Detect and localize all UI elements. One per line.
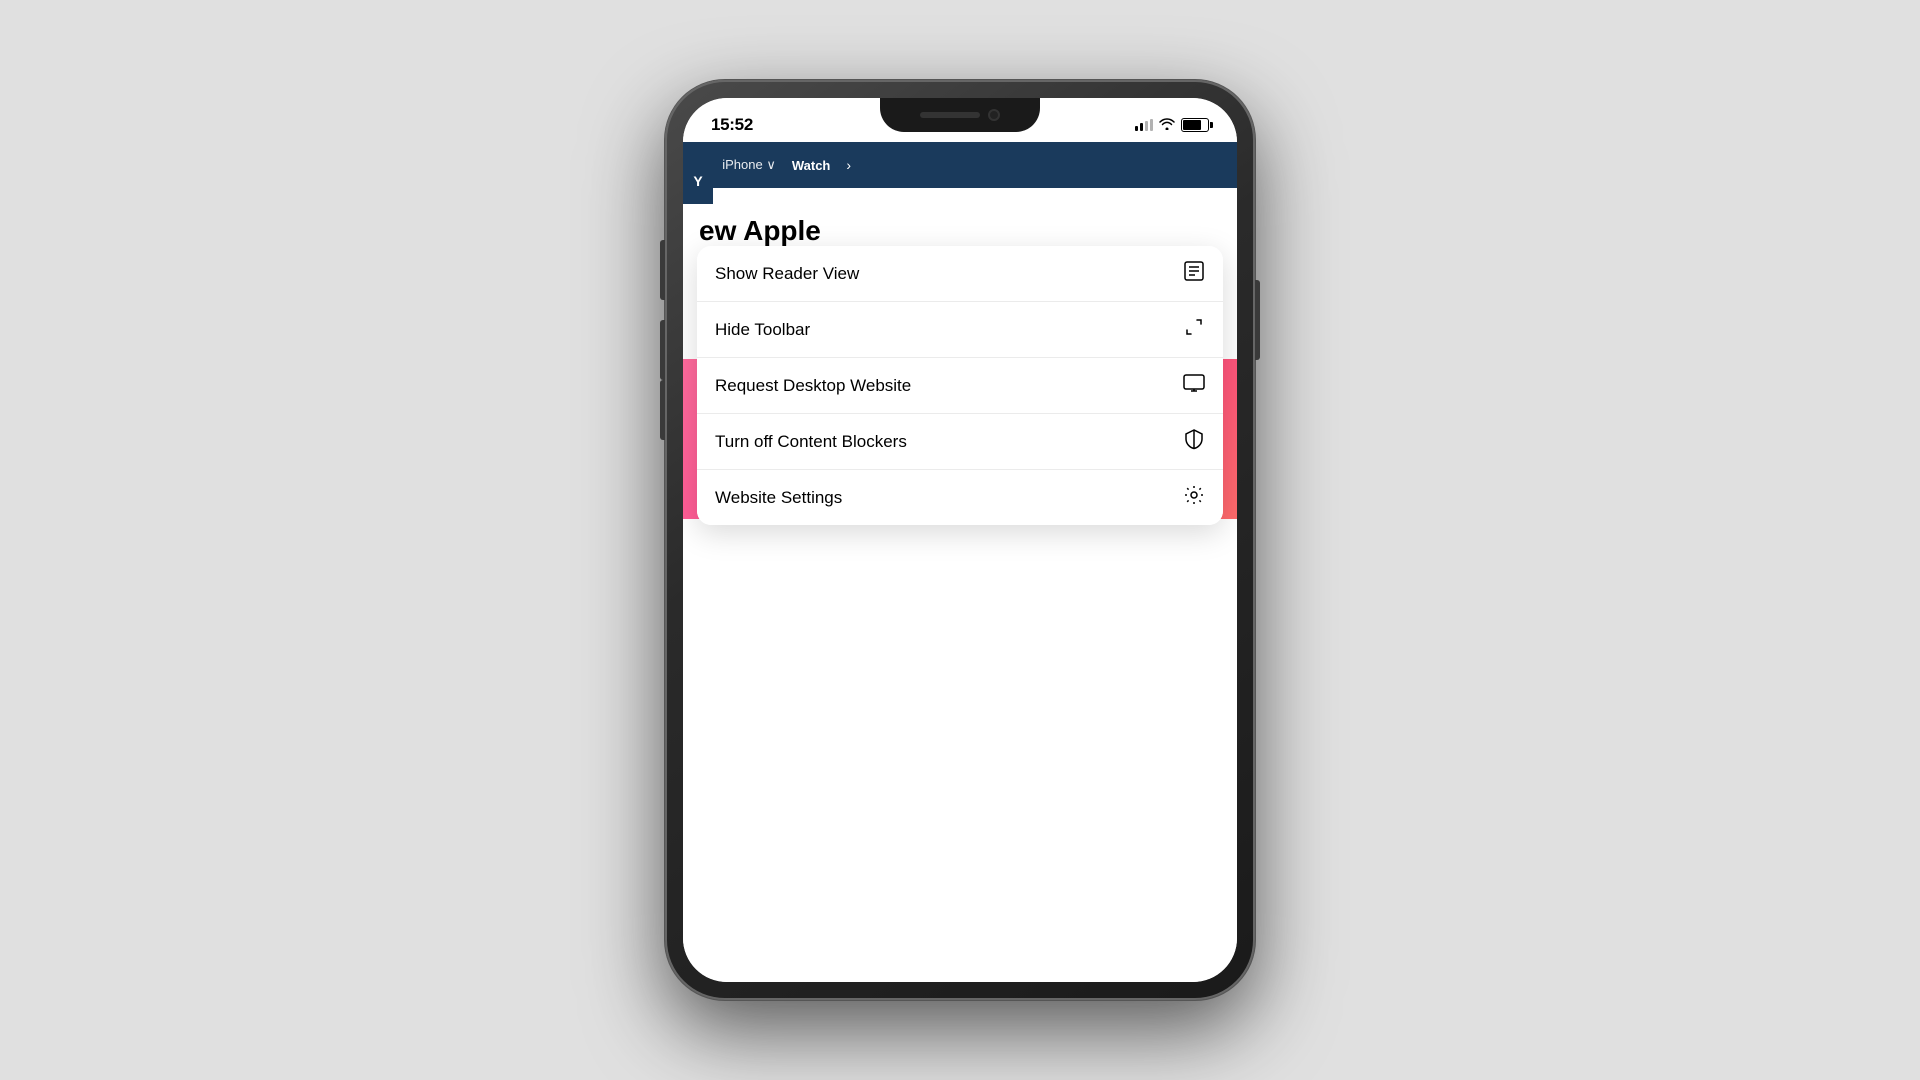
desktop-site-label: Request Desktop Website [715, 376, 911, 396]
battery-fill [1183, 120, 1201, 130]
shield-icon [1183, 428, 1205, 455]
status-icons [1135, 117, 1209, 133]
content-blockers-label: Turn off Content Blockers [715, 432, 907, 452]
menu-item-show-reader[interactable]: Show Reader View [697, 246, 1223, 302]
phone-mockup: 15:52 [665, 80, 1255, 1000]
website-settings-label: Website Settings [715, 488, 842, 508]
menu-item-website-settings[interactable]: Website Settings [697, 470, 1223, 525]
nav-watch: Watch [792, 158, 831, 173]
nav-y-partial: Y [683, 158, 713, 204]
menu-item-desktop-site[interactable]: Request Desktop Website [697, 358, 1223, 414]
status-time: 15:52 [711, 115, 753, 135]
battery-icon [1181, 118, 1209, 132]
desktop-icon [1183, 372, 1205, 399]
nav-watch-arrow: › [846, 157, 851, 173]
nav-iphone: iPhone ∨ [722, 157, 776, 173]
menu-item-content-blockers[interactable]: Turn off Content Blockers [697, 414, 1223, 470]
menu-item-hide-toolbar[interactable]: Hide Toolbar [697, 302, 1223, 358]
wifi-icon [1159, 117, 1175, 133]
nav-y-letter: Y [693, 173, 702, 189]
speaker [920, 112, 980, 118]
reader-view-icon [1183, 260, 1205, 287]
nav-items: iPhone ∨ Watch › [722, 157, 1221, 173]
camera [988, 109, 1000, 121]
signal-bars-icon [1135, 119, 1153, 131]
signal-bar-4 [1150, 119, 1153, 131]
context-menu: Show Reader View Hide Toolbar [697, 246, 1223, 525]
show-reader-label: Show Reader View [715, 264, 859, 284]
notch [880, 98, 1040, 132]
signal-bar-1 [1135, 126, 1138, 131]
title-line1: ew Apple [699, 214, 1221, 248]
hide-toolbar-label: Hide Toolbar [715, 320, 810, 340]
signal-bar-2 [1140, 123, 1143, 131]
expand-icon [1183, 316, 1205, 343]
signal-bar-3 [1145, 121, 1148, 131]
phone-screen: 15:52 [683, 98, 1237, 982]
gear-icon [1183, 484, 1205, 511]
website-nav: 9 iPhone ∨ Watch › [683, 142, 1237, 188]
